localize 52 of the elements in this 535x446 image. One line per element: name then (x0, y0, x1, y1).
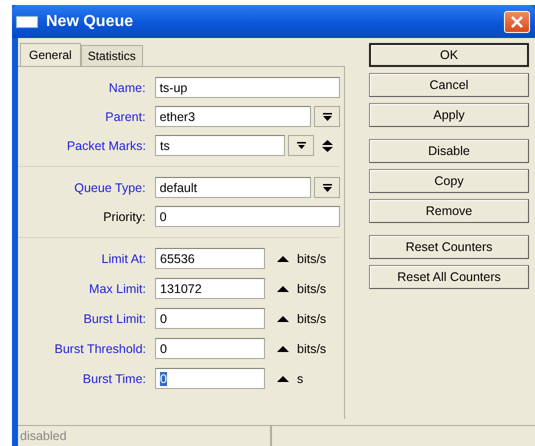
dialog-button[interactable]: OK (369, 43, 529, 67)
expand-icon[interactable] (277, 286, 289, 292)
tab[interactable]: Statistics (80, 45, 143, 66)
number-field[interactable]: 65536 (155, 248, 265, 269)
unit-label: bits/s (297, 282, 326, 296)
dialog-button[interactable]: Reset Counters (369, 235, 529, 259)
window-icon (16, 16, 38, 28)
dialog-button[interactable]: Cancel (369, 73, 529, 97)
combo-field[interactable]: ts (155, 135, 285, 156)
field-label: Limit At: (100, 252, 147, 266)
dialog-button[interactable]: Apply (369, 103, 529, 127)
number-field[interactable]: 0 (155, 338, 265, 359)
dropdown-button[interactable] (314, 106, 340, 127)
expand-icon[interactable] (277, 376, 289, 382)
number-field[interactable]: 0 (155, 308, 265, 329)
dropdown-button[interactable] (314, 177, 340, 198)
combo-field[interactable]: default (154, 177, 312, 198)
unit-label: bits/s (297, 252, 326, 266)
dropdown-button[interactable] (288, 135, 314, 156)
dialog-button[interactable]: Copy (369, 169, 529, 193)
close-icon (510, 14, 524, 28)
text-field[interactable]: 0 (154, 206, 340, 227)
unit-label: bits/s (297, 312, 326, 326)
field-label: Queue Type: (73, 180, 147, 194)
field-label: Packet Marks: (66, 138, 147, 152)
expand-collapse-icon[interactable] (322, 140, 333, 152)
window-title: New Queue (46, 12, 134, 30)
unit-label: s (297, 372, 304, 386)
tab[interactable]: General (20, 43, 81, 66)
status-text: disabled (18, 426, 272, 446)
field-label: Name: (108, 80, 147, 94)
field-label: Max Limit: (88, 282, 147, 296)
dropdown-icon (322, 112, 332, 120)
expand-icon[interactable] (277, 346, 289, 352)
field-label: Burst Time: (82, 372, 147, 386)
number-field[interactable]: 0 (155, 368, 265, 389)
text-field[interactable]: ts-up (154, 77, 340, 98)
dropdown-icon (296, 142, 306, 149)
field-label: Parent: (104, 110, 147, 124)
close-button[interactable] (504, 10, 530, 32)
unit-label: bits/s (297, 342, 326, 356)
number-field[interactable]: 131072 (155, 278, 265, 299)
dialog-button[interactable]: Disable (369, 139, 529, 163)
field-label: Priority: (102, 210, 147, 224)
dialog-button[interactable]: Reset All Counters (369, 265, 529, 289)
combo-field[interactable]: ether3 (154, 106, 312, 127)
field-label: Burst Limit: (82, 312, 147, 326)
dialog-button[interactable]: Remove (369, 199, 529, 223)
field-label: Burst Threshold: (54, 342, 147, 356)
expand-icon[interactable] (277, 316, 289, 322)
dropdown-icon (322, 184, 332, 192)
expand-icon[interactable] (277, 256, 289, 262)
